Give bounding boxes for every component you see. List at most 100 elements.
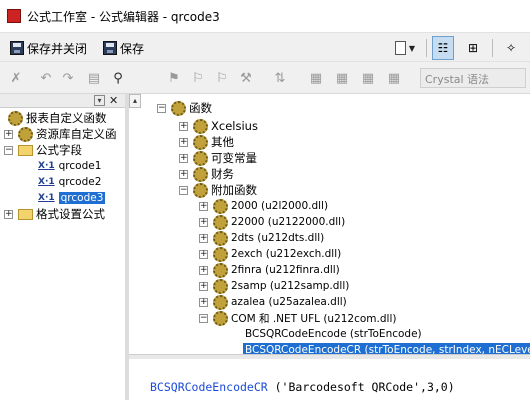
- expand-icon[interactable]: +: [199, 249, 208, 259]
- tree-item-report-functions[interactable]: 报表自定义函数: [8, 110, 107, 126]
- func-tree-dll-azalea[interactable]: + azalea (u25azalea.dll): [199, 294, 347, 310]
- func-tree-dll-22000[interactable]: + 22000 (u2122000.dll): [199, 214, 345, 230]
- tree-item-label: BCSQRCodeEncode (strToEncode): [245, 328, 422, 340]
- expand-icon[interactable]: +: [199, 201, 208, 211]
- formula-editor[interactable]: BCSQRCodeEncodeCR ('Barcodesoft QRCode',…: [150, 380, 455, 394]
- save-and-close-label: 保存并关闭: [27, 41, 88, 56]
- gear-icon: [193, 166, 208, 182]
- expand-icon[interactable]: +: [199, 281, 208, 291]
- properties-icon: ⊞: [467, 41, 479, 55]
- fields-tree-icon[interactable]: ▦: [306, 69, 326, 87]
- editor-arguments: ('Barcodesoft QRCode',3,0): [267, 380, 455, 394]
- formula-icon: X·1: [38, 177, 55, 187]
- editor-function-name: BCSQRCodeEncodeCR: [150, 380, 268, 394]
- gear-icon: [193, 134, 208, 150]
- func-tree-variables[interactable]: + 可变常量: [179, 150, 257, 166]
- redo-icon[interactable]: ↷: [58, 69, 78, 87]
- tree-item-qrcode3[interactable]: X·1 qrcode3: [38, 190, 106, 206]
- bookmark-icon[interactable]: ⚑: [164, 69, 184, 87]
- expand-icon[interactable]: +: [4, 129, 13, 139]
- check-formula-icon[interactable]: ✗: [6, 69, 26, 87]
- collapse-icon[interactable]: −: [4, 145, 13, 155]
- browse-data-icon[interactable]: ▤: [84, 69, 104, 87]
- magic-wand-icon: ✧: [505, 41, 517, 55]
- next-bookmark-icon[interactable]: ⚐: [188, 69, 208, 87]
- expand-icon[interactable]: +: [179, 169, 188, 179]
- func-tree-dll-2samp[interactable]: + 2samp (u212samp.dll): [199, 278, 349, 294]
- workshop-tree-panel: ▾ ✕ 报表自定义函数 + 资源库自定义函 − 公式字段 X·1 qrcode1…: [0, 94, 125, 400]
- sort-icon[interactable]: ⇅: [270, 69, 290, 87]
- new-formula-dropdown[interactable]: ▼: [388, 36, 422, 60]
- func-tree-dll-com[interactable]: − COM 和 .NET UFL (u212com.dll): [199, 310, 396, 326]
- expand-icon[interactable]: +: [179, 153, 188, 163]
- gear-icon: [213, 310, 228, 326]
- scroll-up-icon[interactable]: ▴: [129, 94, 141, 108]
- collapse-icon[interactable]: −: [179, 185, 188, 195]
- gear-icon: [213, 214, 228, 230]
- save-and-close-button[interactable]: 保存并关闭: [10, 38, 87, 58]
- func-tree-other[interactable]: + 其他: [179, 134, 234, 150]
- wand-button[interactable]: ✧: [500, 36, 522, 60]
- func-tree-additional[interactable]: − 附加函数: [179, 182, 257, 198]
- gear-icon: [213, 198, 228, 214]
- func-tree-xcelsius[interactable]: + Xcelsius: [179, 118, 258, 134]
- expand-icon[interactable]: +: [199, 297, 208, 307]
- toggle-tree-button[interactable]: ☷: [432, 36, 454, 60]
- func-tree-root[interactable]: − 函数: [157, 100, 212, 116]
- toolbar-separator: [426, 39, 427, 57]
- tree-item-label: 2samp (u212samp.dll): [231, 280, 350, 292]
- tree-item-label: 财务: [211, 167, 234, 181]
- func-tree-dll-2000[interactable]: + 2000 (u2l2000.dll): [199, 198, 328, 214]
- pin-icon[interactable]: ▾: [94, 95, 105, 106]
- functions-tree-icon[interactable]: ▦: [332, 69, 352, 87]
- func-tree-bcsqrcodeencode[interactable]: BCSQRCodeEncode (strToEncode): [245, 326, 422, 342]
- expand-icon[interactable]: +: [199, 217, 208, 227]
- formula-icon: X·1: [38, 193, 55, 203]
- formula-icon: X·1: [38, 161, 55, 171]
- tree-item-label: 函数: [189, 101, 212, 115]
- expand-icon[interactable]: +: [4, 209, 13, 219]
- expand-icon[interactable]: +: [199, 265, 208, 275]
- expand-icon[interactable]: +: [179, 137, 188, 147]
- tree-item-formula-fields[interactable]: − 公式字段: [4, 142, 82, 158]
- tree-item-qrcode2[interactable]: X·1 qrcode2: [38, 174, 101, 190]
- gear-icon: [193, 182, 208, 198]
- tree-item-label: 报表自定义函数: [26, 111, 107, 125]
- gear-icon: [193, 150, 208, 166]
- save-icon: [10, 41, 24, 55]
- func-tree-finance[interactable]: + 财务: [179, 166, 234, 182]
- collapse-icon[interactable]: −: [157, 103, 166, 113]
- close-icon[interactable]: ✕: [109, 94, 118, 107]
- properties-button[interactable]: ⊞: [462, 36, 484, 60]
- tree-item-label: 2finra (u212finra.dll): [231, 264, 340, 276]
- expand-icon[interactable]: +: [199, 233, 208, 243]
- operators-tree-icon[interactable]: ▦: [358, 69, 378, 87]
- tree-item-label: COM 和 .NET UFL (u212com.dll): [231, 312, 397, 325]
- clear-bookmarks-icon[interactable]: ⚒: [236, 69, 256, 87]
- tree-item-label: 可变常量: [211, 151, 257, 165]
- tree-item-repository-functions[interactable]: + 资源库自定义函: [4, 126, 117, 142]
- save-icon: [103, 41, 117, 55]
- prev-bookmark-icon[interactable]: ⚐: [212, 69, 232, 87]
- gear-icon: [18, 126, 33, 142]
- func-tree-dll-2exch[interactable]: + 2exch (u212exch.dll): [199, 246, 341, 262]
- horizontal-splitter[interactable]: [129, 354, 530, 359]
- gear-icon: [213, 246, 228, 262]
- save-button[interactable]: 保存: [103, 38, 144, 58]
- find-replace-icon[interactable]: ⚲: [108, 69, 128, 87]
- expand-icon[interactable]: +: [179, 121, 188, 131]
- syntax-select[interactable]: Crystal 语法: [420, 68, 526, 88]
- chevron-down-icon: ▼: [408, 43, 416, 53]
- toolbar-separator: [492, 39, 493, 57]
- gear-icon: [8, 110, 23, 126]
- tree-item-label: 2exch (u212exch.dll): [231, 248, 342, 260]
- func-tree-dll-2dts[interactable]: + 2dts (u212dts.dll): [199, 230, 324, 246]
- folder-icon: [18, 144, 33, 156]
- collapse-icon[interactable]: −: [199, 313, 208, 323]
- tree-item-format-formulas[interactable]: + 格式设置公式: [4, 206, 105, 222]
- undo-icon[interactable]: ↶: [36, 69, 56, 87]
- formula-toolbar: ✗ ↶ ↷ ▤ ⚲ ⚑ ⚐ ⚐ ⚒ ⇅ ▦ ▦ ▦ ▦ Crystal 语法: [0, 62, 530, 94]
- func-tree-dll-2finra[interactable]: + 2finra (u212finra.dll): [199, 262, 340, 278]
- comment-icon[interactable]: ▦: [384, 69, 404, 87]
- tree-item-qrcode1[interactable]: X·1 qrcode1: [38, 158, 101, 174]
